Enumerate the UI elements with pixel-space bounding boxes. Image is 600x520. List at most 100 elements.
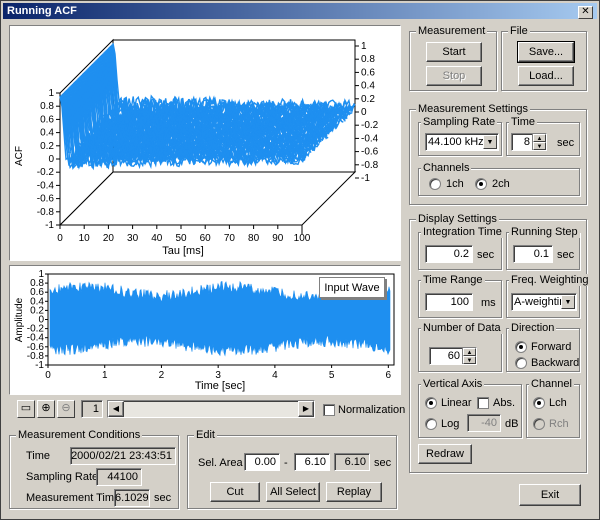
chevron-down-icon[interactable]: ▼ <box>483 135 497 149</box>
number-of-data-title: Number of Data <box>421 322 503 334</box>
wave-x-tick-label: 1 <box>102 370 108 381</box>
linear-radio[interactable] <box>425 397 437 409</box>
acf-x-tick-label: 80 <box>248 233 260 244</box>
acf-x-tick-label: 50 <box>175 233 187 244</box>
time-group: Time 8 ▲ ▼ sec <box>506 116 580 156</box>
time-spinner[interactable]: ▲ ▼ <box>532 134 546 150</box>
acf-left-y-tick-label: -1 <box>45 220 54 231</box>
time-range-group: Time Range 100 ms <box>418 274 502 318</box>
redraw-button[interactable]: Redraw <box>418 444 472 464</box>
chevron-down-icon[interactable]: ▼ <box>561 295 575 309</box>
file-group: File Save... Load... <box>501 25 587 91</box>
forward-label: Forward <box>531 341 572 353</box>
acf-x-tick-label: 0 <box>57 233 63 244</box>
sampling-rate-group: Sampling Rate 44.100 kHz ▼ <box>418 116 502 156</box>
number-of-data-spinner[interactable]: ▲ ▼ <box>462 348 476 364</box>
ch1-label: 1ch <box>446 178 464 190</box>
rch-radio[interactable] <box>533 418 545 430</box>
sel-start-field[interactable]: 0.00 <box>244 453 280 471</box>
acf-x-tick-label: 40 <box>151 233 163 244</box>
acf-plot: 0 10 20 30 40 50 60 70 80 90 100 10.80.60.40.20-0.… <box>14 38 379 257</box>
zoom-in-icon[interactable]: ⊕ <box>37 400 55 418</box>
scroll-right-icon[interactable]: ▶ <box>298 401 314 417</box>
wave-x-tick-label: 6 <box>386 370 392 381</box>
abs-label: Abs. <box>493 397 516 409</box>
abs-checkbox[interactable] <box>477 397 489 409</box>
vertical-axis-title: Vertical Axis <box>421 378 485 390</box>
direction-title: Direction <box>509 322 557 334</box>
measurement-time-unit: sec <box>154 492 172 504</box>
acf-left-y-tick-label: -0.4 <box>37 180 55 191</box>
time-range-unit: ms <box>481 297 496 309</box>
measurement-conditions-group: Measurement Conditions Time 2000/02/21 2… <box>9 429 179 509</box>
sel-area-label: Sel. Area <box>198 457 243 469</box>
acf-right-y-tick-label: -0.6 <box>361 147 379 158</box>
acf-right-y-tick-label: 1 <box>361 41 367 52</box>
zoom-out-icon[interactable]: ⊖ <box>57 400 75 418</box>
channel-title: Channel <box>529 378 574 390</box>
channel-group: Channel Lch Rch <box>526 378 580 438</box>
timeline-scrollbar[interactable]: ◀ ▶ <box>107 400 315 418</box>
edit-title: Edit <box>194 429 217 441</box>
all-select-button[interactable]: All Select <box>266 482 320 502</box>
sel-end-field[interactable]: 6.10 <box>294 453 330 471</box>
ch2-radio[interactable] <box>475 178 487 190</box>
backward-radio[interactable] <box>515 357 527 369</box>
close-icon[interactable]: ✕ <box>578 6 593 19</box>
time-range-input[interactable]: 100 <box>425 293 473 311</box>
forward-radio[interactable] <box>515 341 527 353</box>
freq-weighting-select[interactable]: A-weighting ▼ <box>511 293 577 311</box>
replay-button[interactable]: Replay <box>326 482 382 502</box>
normalization-checkbox[interactable] <box>323 404 335 416</box>
acf-right-y-tick-label: 0.4 <box>361 81 375 92</box>
acf-x-tick-label: 90 <box>272 233 284 244</box>
input-wave-button[interactable]: Input Wave <box>319 277 385 298</box>
acf-right-y-tick-label: 0.6 <box>361 67 375 78</box>
ch2-label: 2ch <box>492 178 510 190</box>
acf-x-tick-label: 70 <box>224 233 236 244</box>
wave-x-tick-label: 0 <box>45 370 51 381</box>
fit-icon[interactable]: ▭ <box>17 400 35 418</box>
acf-right-y-tick-label: 0 <box>361 107 367 118</box>
sampling-rate-title: Sampling Rate <box>421 116 498 128</box>
log-radio[interactable] <box>425 418 437 430</box>
acf-left-y-tick-label: -0.2 <box>37 167 55 178</box>
direction-group: Direction Forward Backward <box>506 322 580 372</box>
save-button[interactable]: Save... <box>517 41 575 63</box>
wave-y-tick-label: -1 <box>35 360 44 371</box>
sampling-rate-select[interactable]: 44.100 kHz ▼ <box>425 133 499 151</box>
acf-left-y-tick-label: -0.6 <box>37 194 55 205</box>
stop-button[interactable]: Stop <box>426 66 482 86</box>
running-step-input[interactable]: 0.1 <box>513 245 553 263</box>
ch1-radio[interactable] <box>429 178 441 190</box>
time-field: 2000/02/21 23:43:51 <box>70 447 176 465</box>
measurement-title: Measurement <box>416 25 488 37</box>
sampling-rate-value: 44.100 kHz <box>428 136 484 148</box>
time-unit: sec <box>557 137 575 149</box>
log-db-input[interactable]: -40 <box>467 414 501 432</box>
number-of-data-input[interactable]: 60 ▲ ▼ <box>429 347 477 365</box>
lch-radio[interactable] <box>533 397 545 409</box>
measurement-group: Measurement Start Stop <box>409 25 497 91</box>
cut-button[interactable]: Cut <box>210 482 260 502</box>
rch-label: Rch <box>549 418 569 430</box>
edit-group: Edit Sel. Area 0.00 - 6.10 6.10 sec Cut … <box>187 429 397 509</box>
scroll-left-icon[interactable]: ◀ <box>108 401 124 417</box>
log-label: Log <box>441 418 460 430</box>
acf-plot-panel: 0 10 20 30 40 50 60 70 80 90 100 1 0.8 0.6 0.4 0.2 0 -0.… <box>9 25 401 261</box>
load-button[interactable]: Load... <box>518 66 574 86</box>
acf-right-y-tick-label: -1 <box>361 173 370 184</box>
freq-weighting-title: Freq. Weighting <box>509 274 591 286</box>
exit-button[interactable]: Exit <box>519 484 581 506</box>
time-input[interactable]: 8 ▲ ▼ <box>511 133 547 151</box>
page-field[interactable]: 1 <box>81 400 103 418</box>
integration-time-input[interactable]: 0.2 <box>425 245 473 263</box>
freq-weighting-group: Freq. Weighting A-weighting ▼ <box>506 274 591 318</box>
acf-x-tick-label: 20 <box>103 233 115 244</box>
time-value: 8 <box>523 136 530 148</box>
integration-time-group: Integration Time 0.2 sec <box>418 226 504 270</box>
sampling-rate-field: 44100 <box>96 468 142 486</box>
start-button[interactable]: Start <box>426 42 482 62</box>
acf-right-y-tick-label: 0.8 <box>361 54 375 65</box>
sel-length-field: 6.10 <box>334 453 370 471</box>
